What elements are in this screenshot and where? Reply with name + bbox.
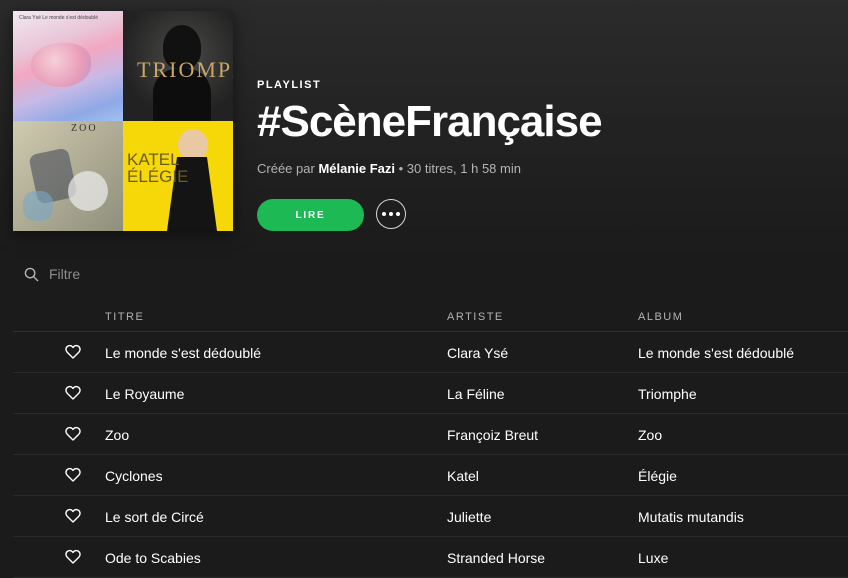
owner-link[interactable]: Mélanie Fazi xyxy=(318,161,395,176)
more-options-button[interactable] xyxy=(376,199,406,229)
heart-icon[interactable] xyxy=(65,467,81,482)
track-artist[interactable]: Clara Ysé xyxy=(447,345,508,361)
cover-title-elegie: KATEL ÉLÉGIE xyxy=(127,150,189,186)
column-header-artist[interactable]: ARTISTE xyxy=(447,311,504,323)
track-row[interactable]: Ode to Scabies Stranded Horse Luxe xyxy=(13,537,848,578)
track-row[interactable]: Le Royaume La Féline Triomphe xyxy=(13,373,848,414)
track-artist[interactable]: Katel xyxy=(447,468,479,484)
track-album[interactable]: Triomphe xyxy=(638,386,697,402)
track-artist[interactable]: Juliette xyxy=(447,509,491,525)
filter-bar xyxy=(24,266,249,282)
tracklist-header: TITRE ARTISTE ALBUM xyxy=(13,300,848,332)
filter-input[interactable] xyxy=(49,266,249,282)
track-album[interactable]: Mutatis mutandis xyxy=(638,509,744,525)
cover-art-elegie: KATEL ÉLÉGIE xyxy=(123,121,233,231)
track-row[interactable]: Zoo Françoiz Breut Zoo xyxy=(13,414,848,455)
tracklist-rows: Le monde s'est dédoublé Clara Ysé Le monde… xyxy=(13,332,848,578)
tracklist: TITRE ARTISTE ALBUM Le monde s'est dédou… xyxy=(13,300,848,578)
track-row[interactable]: Cyclones Katel Élégie xyxy=(13,455,848,496)
heart-icon[interactable] xyxy=(65,549,81,564)
track-album[interactable]: Le monde s'est dédoublé xyxy=(638,345,794,361)
playlist-kind-label: PLAYLIST xyxy=(257,79,322,91)
cover-art-zoo: ZOO xyxy=(13,121,123,231)
heart-icon[interactable] xyxy=(65,385,81,400)
ellipsis-icon xyxy=(382,212,386,216)
search-icon xyxy=(24,267,39,281)
track-title[interactable]: Le monde s'est dédoublé xyxy=(105,345,261,361)
play-button[interactable]: LIRE xyxy=(257,199,364,231)
playlist-cover-mosaic: Clara Ysé Le monde s'est dédoublé TRIOMP… xyxy=(13,11,233,231)
track-album[interactable]: Luxe xyxy=(638,550,668,566)
cover-title-triomphe: TRIOMPHE xyxy=(137,57,233,82)
heart-icon[interactable] xyxy=(65,508,81,523)
track-artist[interactable]: Françoiz Breut xyxy=(447,427,538,443)
column-header-title[interactable]: TITRE xyxy=(105,311,144,323)
track-album[interactable]: Élégie xyxy=(638,468,677,484)
cover-art-triomphe: TRIOMPHE xyxy=(123,11,233,121)
track-title[interactable]: Ode to Scabies xyxy=(105,550,201,566)
cover-title-zoo: ZOO xyxy=(71,123,98,134)
playlist-title: #ScèneFrançaise xyxy=(257,97,603,146)
playlist-stats: • 30 titres, 1 h 58 min xyxy=(395,161,521,176)
track-title[interactable]: Cyclones xyxy=(105,468,163,484)
track-artist[interactable]: La Féline xyxy=(447,386,505,402)
track-title[interactable]: Zoo xyxy=(105,427,129,443)
track-title[interactable]: Le sort de Circé xyxy=(105,509,204,525)
cover-tiny-text: Clara Ysé Le monde s'est dédoublé xyxy=(19,15,98,21)
track-title[interactable]: Le Royaume xyxy=(105,386,184,402)
track-artist[interactable]: Stranded Horse xyxy=(447,550,545,566)
column-header-album[interactable]: ALBUM xyxy=(638,311,683,323)
heart-icon[interactable] xyxy=(65,344,81,359)
track-row[interactable]: Le sort de Circé Juliette Mutatis mutandis xyxy=(13,496,848,537)
cover-art-le-monde: Clara Ysé Le monde s'est dédoublé xyxy=(13,11,123,121)
created-by-prefix: Créée par xyxy=(257,161,315,176)
playlist-byline: Créée par Mélanie Fazi • 30 titres, 1 h … xyxy=(257,161,521,176)
track-album[interactable]: Zoo xyxy=(638,427,662,443)
track-row[interactable]: Le monde s'est dédoublé Clara Ysé Le monde… xyxy=(13,332,848,373)
heart-icon[interactable] xyxy=(65,426,81,441)
